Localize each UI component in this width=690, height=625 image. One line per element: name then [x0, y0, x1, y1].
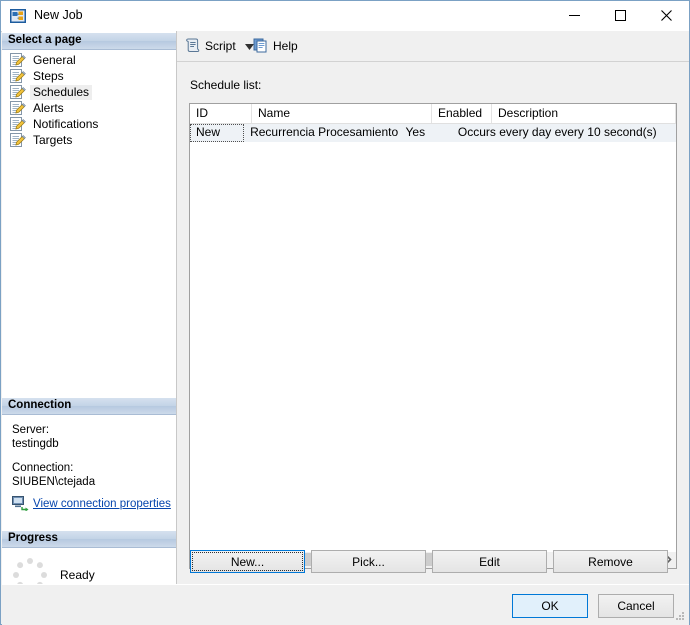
pick-button-label: Pick... [352, 554, 385, 569]
title-bar: New Job [1, 1, 689, 32]
job-icon [10, 9, 26, 23]
help-label: Help [273, 39, 298, 53]
view-connection-properties-link[interactable]: View connection properties [33, 498, 171, 510]
connection-label: Connection: [12, 462, 74, 474]
connection-info: Server: testingdb Connection: SIUBEN\cte… [12, 423, 172, 489]
sidebar-item-schedules[interactable]: Schedules [2, 84, 176, 100]
cell-id: New [190, 124, 245, 142]
maximize-icon [614, 10, 626, 21]
sidebar-item-label: Schedules [30, 84, 93, 100]
column-header-enabled[interactable]: Enabled [432, 104, 492, 123]
edit-button-label: Edit [479, 554, 500, 569]
remove-button-label: Remove [588, 554, 633, 569]
ok-button-label: OK [541, 599, 559, 613]
minimize-icon [568, 15, 580, 16]
new-job-dialog: New Job Select a page General Steps Schedu… [0, 0, 690, 625]
cell-enabled: Yes [405, 125, 426, 139]
script-label: Script [205, 39, 236, 53]
close-button[interactable] [643, 1, 689, 30]
select-a-page-panel: Select a page General Steps Schedules Alert… [2, 31, 177, 592]
help-button[interactable]: Help [253, 36, 298, 56]
table-row[interactable]: New Recurrencia Procesamiento Hog... Yes Oc… [190, 124, 676, 142]
sidebar-item-label: General [33, 52, 76, 67]
close-icon [660, 10, 672, 21]
server-label: Server: [12, 424, 50, 436]
script-icon [185, 37, 201, 56]
sidebar-item-label: Alerts [33, 100, 64, 115]
server-value: testingdb [12, 438, 59, 450]
page-icon [10, 101, 26, 115]
window-title: New Job [34, 8, 83, 22]
progress-header: Progress [2, 531, 176, 548]
connection-header: Connection [2, 398, 176, 415]
select-a-page-header: Select a page [2, 33, 176, 50]
minimize-button[interactable] [551, 1, 597, 30]
ok-button[interactable]: OK [512, 594, 588, 618]
new-button-label: New... [230, 554, 265, 569]
edit-schedule-button[interactable]: Edit [432, 550, 547, 573]
pick-schedule-button[interactable]: Pick... [311, 550, 426, 573]
sidebar-item-general[interactable]: General [2, 52, 176, 68]
column-header-name[interactable]: Name [252, 104, 432, 123]
schedule-list-label: Schedule list: [190, 78, 262, 92]
column-header-id[interactable]: ID [190, 104, 252, 123]
cancel-button[interactable]: Cancel [598, 594, 674, 618]
page-icon [10, 53, 26, 67]
resize-grip-icon[interactable] [674, 610, 686, 622]
cell-description: Occurs every day every 10 second(s) [457, 125, 657, 139]
page-icon [10, 85, 26, 99]
sidebar-item-label: Steps [33, 68, 64, 83]
column-header-description[interactable]: Description [492, 104, 676, 123]
connection-value: SIUBEN\ctejada [12, 476, 96, 488]
sidebar-item-label: Targets [33, 132, 73, 147]
sidebar-item-steps[interactable]: Steps [2, 68, 176, 84]
help-icon [253, 37, 269, 56]
cancel-button-label: Cancel [617, 599, 655, 613]
progress-status: Ready [60, 568, 95, 582]
remove-schedule-button[interactable]: Remove [553, 550, 668, 573]
page-icon [10, 117, 26, 131]
sidebar-item-label: Notifications [33, 116, 99, 131]
sidebar-item-notifications[interactable]: Notifications [2, 116, 176, 132]
content-pane: Script Help Schedule list: ID Name Enabled [177, 31, 689, 584]
page-list: General Steps Schedules Alerts Notifications… [2, 52, 176, 148]
new-schedule-button[interactable]: New... [190, 550, 305, 573]
page-icon [10, 69, 26, 83]
toolbar: Script Help [177, 31, 689, 62]
maximize-button[interactable] [597, 1, 643, 30]
connection-properties-icon [12, 496, 29, 512]
cell-name: Recurrencia Procesamiento Hog... [250, 125, 399, 139]
page-icon [10, 133, 26, 147]
script-button[interactable]: Script [185, 36, 254, 56]
schedule-list-header: ID Name Enabled Description [190, 104, 676, 124]
schedule-list-view[interactable]: ID Name Enabled Description New Recurrencia … [189, 103, 677, 567]
sidebar-item-targets[interactable]: Targets [2, 132, 176, 148]
sidebar-item-alerts[interactable]: Alerts [2, 100, 176, 116]
view-connection-properties-row[interactable]: View connection properties [12, 496, 171, 512]
schedule-list-body: New Recurrencia Procesamiento Hog... Yes Oc… [190, 124, 676, 142]
